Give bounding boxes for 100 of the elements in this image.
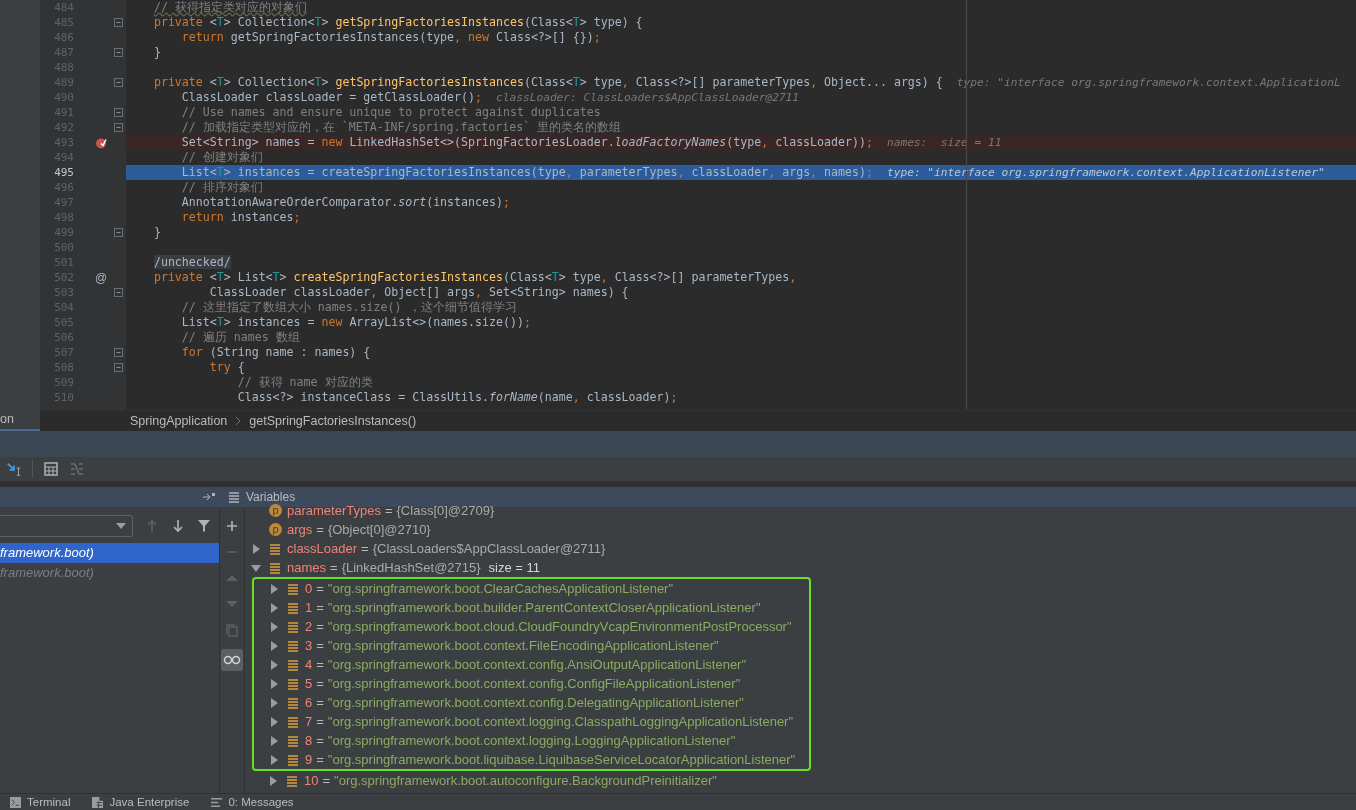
collapse-icon[interactable]	[114, 123, 123, 132]
string-value: "org.springframework.boot.ClearCachesApplicationListener"	[327, 581, 674, 597]
panel-title: Variables	[246, 490, 296, 505]
code-line: AnnotationAwareOrderComparator.sort(instances);	[180, 195, 510, 210]
highlighted-row[interactable]: 0 = "org.springframework.boot.ClearCachesApplicationListener"	[252, 577, 811, 599]
code-line: return getSpringFactoriesInstances(type, new Class<?>[] {});	[180, 30, 601, 45]
collapse-icon[interactable]	[114, 288, 123, 297]
filter-icon[interactable]	[197, 519, 211, 534]
parameter-icon: p	[269, 523, 282, 537]
override-marker[interactable]: @	[94, 270, 108, 285]
collapsed-arrow-icon[interactable]	[269, 621, 279, 632]
variable-size: size = 11	[488, 560, 541, 576]
string-value: "org.springframework.boot.context.config.DelegatingApplicationListener"	[327, 695, 744, 711]
code-line: Class<?> instanceClass = ClassUtils.forName(name, classLoader);	[236, 390, 678, 405]
field-icon	[287, 715, 299, 728]
assignment-sign: =	[316, 600, 324, 616]
string-value: "org.springframework.boot.builder.ParentContextCloserApplicationListener"	[327, 600, 761, 616]
collapsed-arrow-icon[interactable]	[269, 754, 279, 765]
highlighted-row[interactable]: 1 = "org.springframework.boot.builder.ParentContextCloserApplicationListener"	[252, 598, 811, 618]
highlighted-row[interactable]: 2 = "org.springframework.boot.cloud.CloudFoundryVcapEnvironmentPostProcessor"	[252, 617, 811, 637]
breadcrumb-item[interactable]: SpringApplication	[130, 414, 228, 429]
trace-icon[interactable]	[69, 461, 85, 478]
field-icon	[287, 620, 299, 633]
pin-icon[interactable]	[202, 492, 216, 503]
code-line: // 这里指定了数组大小 names.size() ，这个细节值得学习	[180, 300, 517, 315]
collapsed-arrow-icon[interactable]	[269, 640, 279, 651]
collapse-icon[interactable]	[114, 363, 123, 372]
collapse-icon[interactable]	[114, 108, 123, 117]
highlighted-row[interactable]: 3 = "org.springframework.boot.context.FileEncodingApplicationListener"	[252, 636, 811, 656]
highlighted-row[interactable]: 4 = "org.springframework.boot.context.config.AnsiOutputApplicationListener"	[252, 655, 811, 675]
field-icon	[287, 696, 299, 709]
glasses-icon[interactable]	[221, 649, 243, 672]
code-line: // 创建对象们	[180, 150, 263, 165]
variable-name: args	[287, 522, 313, 538]
tree-row[interactable]: 10 = "org.springframework.boot.autoconfigure.BackgroundPreinitializer"	[251, 771, 811, 791]
element-index: 3	[305, 638, 313, 654]
line-number: 495	[53, 165, 74, 180]
tool-window-tab[interactable]: 0: Messages	[211, 796, 294, 808]
element-index: 7	[305, 714, 313, 730]
table-icon[interactable]	[43, 461, 59, 478]
highlighted-row[interactable]: 7 = "org.springframework.boot.context.logging.ClasspathLoggingApplicationListener"	[252, 712, 811, 732]
assignment-sign: =	[316, 695, 324, 711]
highlighted-row[interactable]: 8 = "org.springframework.boot.context.logging.LoggingApplicationListener"	[252, 731, 811, 751]
element-index: 4	[305, 657, 313, 673]
variable-value: {ClassLoaders$AppClassLoader@2711}	[372, 541, 606, 557]
down-arrow-icon[interactable]	[171, 519, 185, 534]
element-index: 9	[305, 752, 313, 768]
collapsed-arrow-icon[interactable]	[251, 543, 261, 554]
collapse-icon[interactable]	[114, 348, 123, 357]
collapse-icon[interactable]	[114, 18, 123, 27]
plus-icon[interactable]	[225, 519, 239, 534]
element-index: 8	[305, 733, 313, 749]
code-line: ClassLoader classLoader, Object[] args, Set<String> names) {	[208, 285, 629, 300]
collapse-icon[interactable]	[114, 78, 123, 87]
assignment-sign: =	[316, 752, 324, 768]
collapsed-arrow-icon[interactable]	[269, 716, 279, 727]
stack-frame[interactable]: framework.boot)	[0, 543, 219, 564]
string-value: "org.springframework.boot.context.logging.ClasspathLoggingApplicationListener"	[327, 714, 794, 730]
expanded-arrow-icon[interactable]	[251, 562, 261, 573]
element-index: 1	[305, 600, 313, 616]
highlighted-row[interactable]: 9 = "org.springframework.boot.liquibase.LiquibaseServiceLocatorApplicationListener"	[252, 750, 811, 772]
highlighted-row[interactable]: 5 = "org.springframework.boot.context.config.ConfigFileApplicationListener"	[252, 674, 811, 694]
code-line: private <T> Collection<T> getSpringFactoriesInstances(Class<T> type, Class<?>[] parameterTypes, Object... args) {	[152, 75, 943, 90]
collapsed-arrow-icon[interactable]	[269, 697, 279, 708]
collapsed-arrow-icon[interactable]	[269, 678, 279, 689]
collapsed-arrow-icon[interactable]	[269, 659, 279, 670]
assignment-sign: =	[384, 503, 393, 519]
string-value: "org.springframework.boot.autoconfigure.BackgroundPreinitializer"	[334, 773, 717, 789]
code-line: private <T> Collection<T> getSpringFactoriesInstances(Class<T> type) {	[152, 15, 643, 30]
run-to-cursor-icon[interactable]	[6, 461, 22, 478]
list-icon	[228, 491, 240, 504]
assignment-sign: =	[316, 733, 324, 749]
assignment-sign: =	[316, 714, 324, 730]
code-line: // 排序对象们	[180, 180, 263, 195]
collapsed-arrow-icon[interactable]	[268, 775, 278, 786]
assignment-sign: =	[316, 676, 324, 692]
code-line: List<T> instances = new ArrayList<>(names.size());	[180, 315, 531, 330]
string-value: "org.springframework.boot.context.config.ConfigFileApplicationListener"	[327, 676, 741, 692]
breadcrumb-item[interactable]: getSpringFactoriesInstances()	[249, 414, 417, 429]
collapsed-arrow-icon[interactable]	[269, 735, 279, 746]
collapsed-arrow-icon[interactable]	[269, 583, 279, 594]
tool-window-tab[interactable]: Java Enterprise	[92, 796, 190, 808]
code-line: private <T> List<T> createSpringFactoriesInstances(Class<T> type, Class<?>[] parameterTypes,	[152, 270, 797, 285]
code-line: // Use names and ensure unique to protect against duplicates	[180, 105, 601, 120]
element-index: 10	[304, 773, 319, 789]
chevron-icon	[235, 416, 242, 427]
assignment-sign: =	[361, 541, 369, 557]
variable-name: names	[287, 560, 327, 576]
collapsed-arrow-icon[interactable]	[269, 602, 279, 613]
collapse-icon[interactable]	[114, 48, 123, 57]
tool-window-tab[interactable]: Terminal	[10, 796, 71, 808]
field-icon	[269, 561, 281, 574]
field-icon	[287, 582, 299, 595]
variable-name: classLoader	[287, 541, 358, 557]
highlighted-row[interactable]: 6 = "org.springframework.boot.context.config.DelegatingApplicationListener"	[252, 693, 811, 713]
collapse-icon[interactable]	[114, 228, 123, 237]
string-value: "org.springframework.boot.cloud.CloudFoundryVcapEnvironmentPostProcessor"	[327, 619, 792, 635]
assignment-sign: =	[316, 581, 324, 597]
code-line: List<T> instances = createSpringFactoriesInstances(type, parameterTypes, classLoader, args, names);	[180, 165, 873, 180]
breakpoint-icon[interactable]	[95, 136, 107, 149]
